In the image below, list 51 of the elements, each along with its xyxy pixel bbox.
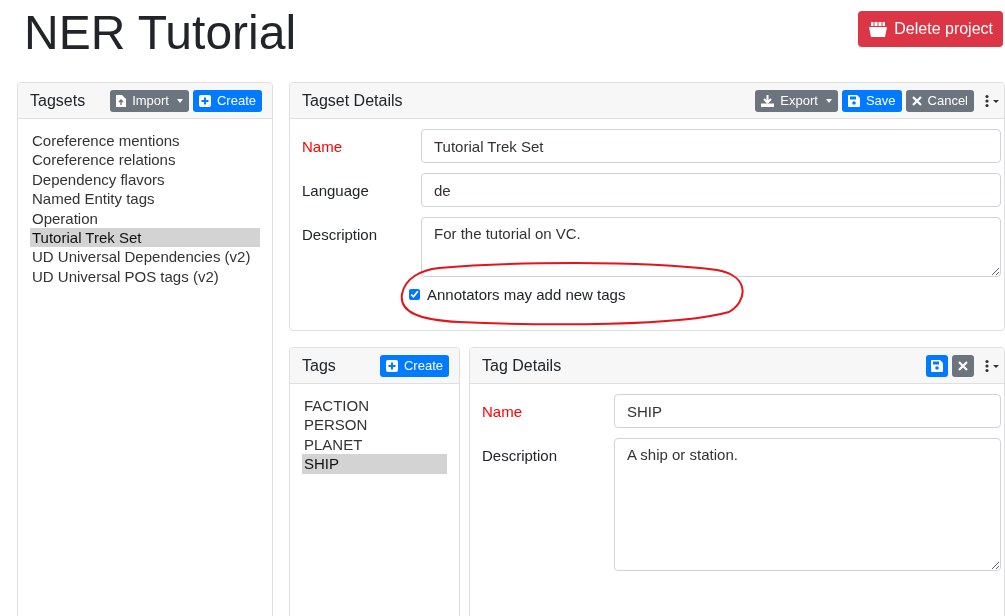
- tag-item[interactable]: FACTION: [302, 396, 447, 416]
- tag-item[interactable]: PERSON: [302, 415, 447, 435]
- text-field[interactable]: SHIP: [614, 394, 1001, 428]
- import-button[interactable]: Import: [110, 89, 189, 112]
- field-label: Name: [302, 137, 343, 155]
- close-button[interactable]: [952, 354, 974, 377]
- caret-icon: [825, 98, 832, 103]
- cancel-button[interactable]: Cancel: [905, 89, 974, 112]
- field-label: Description: [482, 446, 559, 464]
- save-button[interactable]: [926, 354, 948, 377]
- caret-icon: [176, 98, 183, 103]
- create-button[interactable]: Create: [192, 89, 262, 112]
- tagset-item[interactable]: Operation: [30, 208, 260, 229]
- page-title: NER Tutorial: [24, 5, 297, 61]
- tagset-item[interactable]: UD Universal Dependencies (v2): [30, 247, 260, 267]
- field-label: Name: [482, 402, 523, 420]
- export-button[interactable]: Export: [755, 89, 838, 112]
- tagset-item[interactable]: Coreference relations: [30, 150, 260, 170]
- dumpster-icon: [868, 21, 889, 37]
- kebab-menu-icon[interactable]: [984, 358, 1000, 373]
- tagset-item[interactable]: UD Universal POS tags (v2): [30, 266, 260, 287]
- tag-item[interactable]: PLANET: [302, 434, 447, 455]
- close-icon: [911, 95, 922, 106]
- panel-title: Tag Details: [482, 356, 562, 375]
- close-icon: [958, 360, 968, 371]
- text-field[interactable]: de: [421, 173, 1001, 207]
- panel-title: Tagsets: [30, 91, 86, 110]
- tagset-item[interactable]: Dependency flavors: [30, 169, 260, 190]
- panel-title: Tagset Details: [302, 91, 403, 110]
- save-icon: [931, 359, 943, 372]
- tag-item[interactable]: SHIP: [302, 454, 447, 474]
- save-button[interactable]: Save: [841, 89, 902, 112]
- checkbox[interactable]: [409, 289, 420, 300]
- description-field[interactable]: For the tutorial on VC.: [421, 217, 1001, 277]
- text-field[interactable]: Tutorial Trek Set: [421, 129, 1001, 163]
- download-icon: [761, 94, 775, 107]
- delete-project-button[interactable]: Delete project: [858, 11, 1003, 47]
- file-icon: [116, 94, 127, 107]
- panel-title: Tags: [302, 356, 336, 375]
- description-field[interactable]: A ship or station.: [614, 438, 1001, 571]
- create-button[interactable]: Create: [379, 354, 449, 377]
- plus-square-icon: [198, 94, 211, 107]
- plus-square-icon: [385, 359, 398, 372]
- tagset-item[interactable]: Tutorial Trek Set: [30, 228, 260, 248]
- save-icon: [847, 94, 860, 107]
- field-label: Description: [302, 225, 379, 243]
- kebab-menu-icon[interactable]: [984, 93, 1000, 108]
- checkbox-label: Annotators may add new tags: [427, 286, 626, 303]
- tagset-item[interactable]: Named Entity tags: [30, 189, 260, 209]
- tagset-item[interactable]: Coreference mentions: [30, 131, 260, 151]
- field-label: Language: [302, 181, 370, 199]
